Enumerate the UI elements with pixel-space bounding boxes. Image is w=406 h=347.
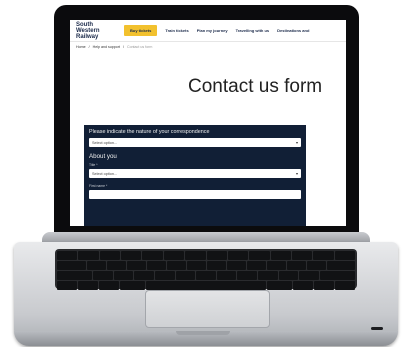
laptop-screen: South Western Railway Buy tickets Train … (70, 20, 346, 226)
breadcrumb-help[interactable]: Help and support (93, 45, 120, 49)
nature-select-value: Select option... (92, 140, 118, 145)
nature-select[interactable]: Select option... ▾ (89, 138, 301, 147)
title-select[interactable]: Select option... ▾ (89, 169, 301, 178)
contact-form: Please indicate the nature of your corre… (84, 125, 306, 226)
nav-plan-journey[interactable]: Plan my journey (197, 28, 228, 33)
nav-travelling-with-us[interactable]: Travelling with us (236, 28, 270, 33)
nav-destinations[interactable]: Destinations and (277, 28, 309, 33)
trackpad (145, 290, 270, 328)
logo-line-2: Railway (76, 33, 99, 40)
nav-train-tickets[interactable]: Train tickets (165, 28, 188, 33)
chevron-down-icon: ▾ (295, 140, 298, 145)
breadcrumb: Home / Help and support / Contact us for… (70, 42, 346, 52)
swr-logo[interactable]: South Western Railway (76, 22, 116, 40)
first-name-label: First name * (89, 184, 108, 188)
breadcrumb-home[interactable]: Home (76, 45, 86, 49)
first-name-input[interactable] (89, 190, 301, 199)
lid-open-notch (176, 331, 230, 335)
logo-line-1: South Western (76, 21, 100, 34)
nature-question-label: Please indicate the nature of your corre… (89, 129, 210, 135)
keyboard (55, 249, 357, 290)
breadcrumb-separator: / (122, 45, 124, 49)
breadcrumb-separator: / (88, 45, 90, 49)
title-field-label: Title * (89, 163, 98, 167)
site-header: South Western Railway Buy tickets Train … (70, 20, 346, 42)
breadcrumb-current: Contact us form (126, 45, 153, 49)
about-you-heading: About you (89, 153, 117, 160)
title-select-value: Select option... (92, 171, 118, 176)
page-title: Contact us form (188, 76, 323, 97)
power-indicator (371, 327, 383, 330)
buy-tickets-button[interactable]: Buy tickets (124, 25, 158, 36)
chevron-down-icon: ▾ (295, 171, 298, 176)
